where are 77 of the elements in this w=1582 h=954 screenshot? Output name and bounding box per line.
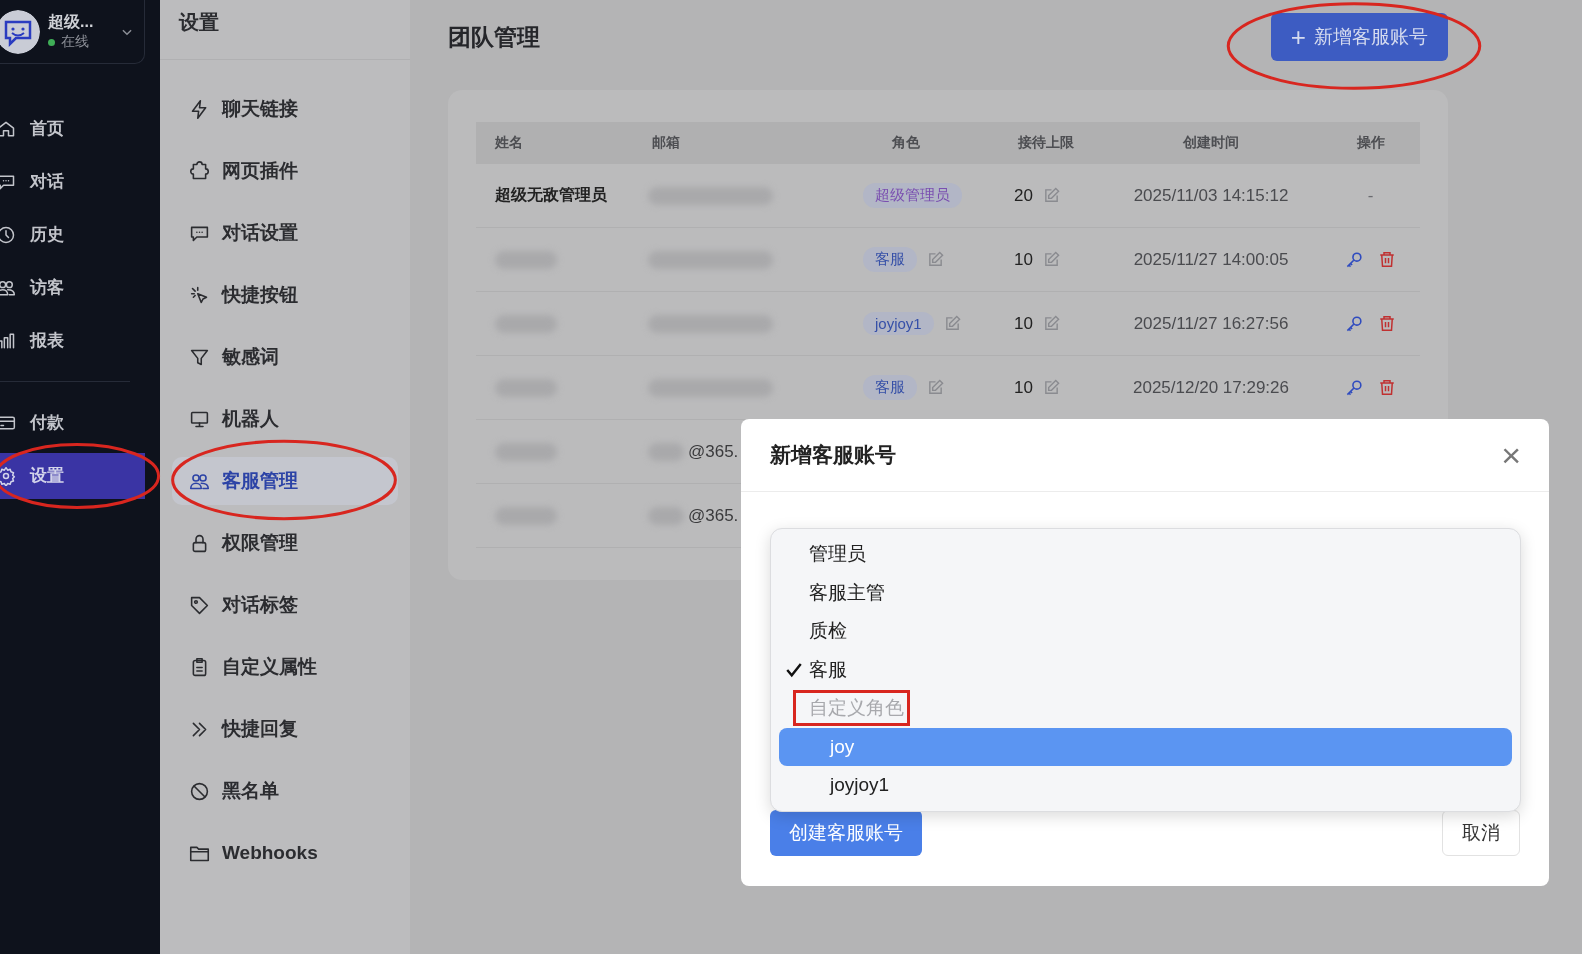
table-cell-text: 超级无敌管理员 xyxy=(495,185,607,205)
table-cell: 10 xyxy=(1014,249,1033,270)
role-tag: joyjoy1 xyxy=(863,312,934,335)
dropdown-option[interactable]: joyjoy1 xyxy=(779,766,1512,805)
dropdown-option[interactable]: 客服主管 xyxy=(771,573,1512,612)
key-icon[interactable] xyxy=(1345,250,1364,269)
settings-menu-item[interactable]: 对话标签 xyxy=(172,581,398,629)
sidebar-item[interactable]: 首页 xyxy=(0,105,145,152)
table-cell: 2025/11/27 16:27:56 xyxy=(1133,313,1289,334)
option-group-label: 自定义角色 xyxy=(809,697,904,719)
edit-icon[interactable] xyxy=(1042,379,1060,396)
settings-menu-item[interactable]: 自定义属性 xyxy=(172,643,398,691)
sidebar-item[interactable]: 设置 xyxy=(0,452,145,499)
sidebar-item[interactable]: 历史 xyxy=(0,211,145,258)
sidebar-item[interactable]: 报表 xyxy=(0,317,145,364)
dropdown-option[interactable]: 质检 xyxy=(771,612,1512,651)
tag-icon xyxy=(189,594,210,616)
table-cell: 2025/12/20 17:29:26 xyxy=(1133,377,1289,398)
user-status: 在线 xyxy=(61,33,89,51)
edit-icon[interactable] xyxy=(1042,187,1060,204)
edit-icon[interactable] xyxy=(1042,315,1060,332)
settings-menu-item[interactable]: 快捷回复 xyxy=(172,705,398,753)
table-cell: @365. xyxy=(688,441,739,462)
key-icon[interactable] xyxy=(1345,378,1364,397)
table-cell: 10 xyxy=(1014,377,1033,398)
sidebar-item[interactable]: 付款 xyxy=(0,399,145,446)
key-icon[interactable] xyxy=(1345,314,1364,333)
table-cell: 2025/11/03 14:15:12 xyxy=(1133,185,1289,206)
create-account-button[interactable]: 创建客服账号 xyxy=(770,810,922,856)
settings-icon xyxy=(0,465,16,486)
column-header: 创建时间 xyxy=(1182,134,1240,152)
column-header: 接待上限 xyxy=(1017,134,1075,152)
settings-menu-item[interactable]: 快捷按钮 xyxy=(172,271,398,319)
settings-menu-item[interactable]: 机器人 xyxy=(172,395,398,443)
settings-menu-item[interactable]: 黑名单 xyxy=(172,767,398,815)
trash-icon[interactable] xyxy=(1378,250,1396,269)
page-title: 团队管理 xyxy=(448,22,540,52)
edit-icon[interactable] xyxy=(943,315,961,332)
edit-icon[interactable] xyxy=(927,251,944,268)
cursor-click-icon xyxy=(189,284,210,306)
clock-icon xyxy=(0,224,16,245)
dialog-title: 新增客服账号 xyxy=(770,442,896,468)
settings-menu-item[interactable]: 敏感词 xyxy=(172,333,398,381)
section-title: 设置 xyxy=(160,0,410,60)
dropdown-option[interactable]: 客服 xyxy=(771,650,1512,689)
user-name: 超级... xyxy=(48,12,95,32)
sidebar-item[interactable]: 对话 xyxy=(0,158,145,205)
table-cell: @365. xyxy=(688,505,739,526)
dropdown-option[interactable]: 管理员 xyxy=(771,535,1512,574)
cancel-button[interactable]: 取消 xyxy=(1442,810,1520,856)
column-header: 操作 xyxy=(1355,134,1386,152)
column-header: 角色 xyxy=(891,134,921,152)
table-cell: 2025/11/27 14:00:05 xyxy=(1133,249,1289,270)
settings-menu-item[interactable]: 权限管理 xyxy=(172,519,398,567)
role-tag: 超级管理员 xyxy=(863,183,962,208)
avatar-icon xyxy=(0,9,40,54)
table-cell: - xyxy=(1367,185,1374,206)
ban-icon xyxy=(189,780,210,802)
edit-icon[interactable] xyxy=(927,379,944,396)
role-tag: 客服 xyxy=(863,247,917,272)
trash-icon[interactable] xyxy=(1378,378,1396,397)
table-cell: 10 xyxy=(1014,313,1033,334)
role-tag: 客服 xyxy=(863,375,917,400)
sidebar-item[interactable]: 访客 xyxy=(0,264,145,311)
table-cell: 20 xyxy=(1014,185,1033,206)
edit-icon[interactable] xyxy=(1042,251,1060,268)
column-header: 姓名 xyxy=(494,134,524,152)
settings-menu-item[interactable]: Webhooks xyxy=(172,829,398,877)
close-icon[interactable]: × xyxy=(1501,438,1521,472)
settings-menu-item[interactable]: 聊天链接 xyxy=(172,85,398,133)
add-agent-button[interactable]: + 新增客服账号 xyxy=(1270,12,1448,61)
column-header: 邮箱 xyxy=(651,134,681,152)
settings-menu-item[interactable]: 网页插件 xyxy=(172,147,398,195)
settings-menu-item[interactable]: 客服管理 xyxy=(172,457,398,505)
puzzle-icon xyxy=(189,160,210,182)
trash-icon[interactable] xyxy=(1378,314,1396,333)
settings-menu-item[interactable]: 对话设置 xyxy=(172,209,398,257)
